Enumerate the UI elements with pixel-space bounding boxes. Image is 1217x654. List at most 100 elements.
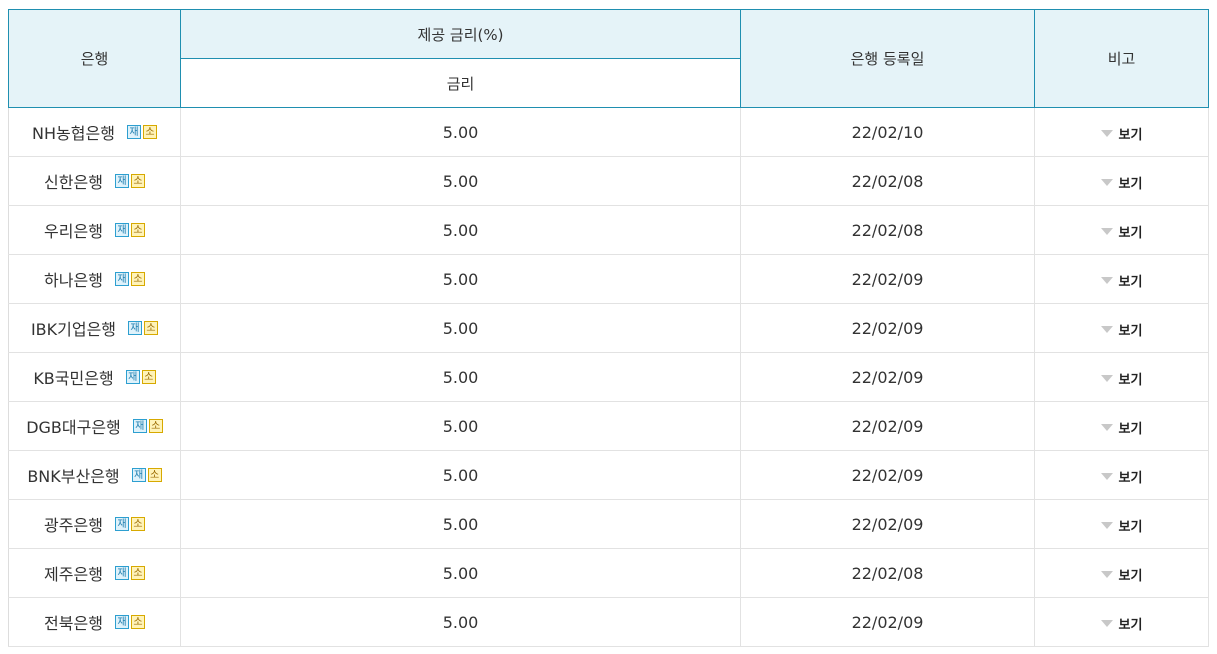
- table-row: DGB대구은행 재 소 5.00 22/02/09 보기: [8, 401, 1209, 451]
- registration-date-cell: 22/02/09: [740, 597, 1035, 647]
- rate-cell: 5.00: [180, 352, 741, 402]
- registration-date-cell: 22/02/10: [740, 107, 1035, 157]
- table-row: BNK부산은행 재 소 5.00 22/02/09 보기: [8, 450, 1209, 500]
- re-badge-icon: 재: [125, 370, 140, 384]
- view-label: 보기: [1118, 127, 1143, 143]
- so-badge-icon: 소: [147, 468, 162, 482]
- triangle-down-icon: [1100, 619, 1113, 627]
- rate-cell: 5.00: [180, 499, 741, 549]
- view-button[interactable]: 보기: [1100, 516, 1143, 535]
- view-label: 보기: [1118, 617, 1143, 633]
- view-button[interactable]: 보기: [1100, 271, 1142, 290]
- bank-name: KB국민은행: [33, 369, 114, 388]
- bank-rate-table: 은행 제공 금리(%) 은행 등록일 비고 금리 NH농협은행 재 소 5.00 22/…: [8, 9, 1209, 647]
- bank-cell: DGB대구은행 재 소: [8, 401, 181, 451]
- view-button[interactable]: 보기: [1100, 418, 1143, 437]
- triangle-down-icon: [1100, 472, 1113, 480]
- re-badge-icon: 재: [128, 321, 143, 335]
- view-label: 보기: [1118, 519, 1143, 535]
- view-button[interactable]: 보기: [1100, 320, 1143, 339]
- triangle-down-icon: [1100, 178, 1113, 186]
- note-cell: 보기: [1034, 401, 1209, 451]
- table-row: NH농협은행 재 소 5.00 22/02/10 보기: [8, 107, 1209, 157]
- rate-cell: 5.00: [180, 401, 741, 451]
- rate-cell: 5.00: [180, 450, 741, 500]
- view-label: 보기: [1118, 421, 1143, 437]
- bank-name: IBK기업은행: [30, 320, 117, 339]
- registration-date-cell: 22/02/09: [740, 450, 1035, 500]
- view-button[interactable]: 보기: [1100, 565, 1142, 584]
- view-button[interactable]: 보기: [1100, 173, 1143, 192]
- note-cell: 보기: [1034, 156, 1209, 206]
- re-badge-icon: 재: [114, 174, 129, 188]
- view-button[interactable]: 보기: [1100, 222, 1143, 241]
- triangle-down-icon: [1100, 423, 1113, 431]
- header-rate: 금리: [180, 58, 741, 108]
- table-row: 우리은행 재 소 5.00 22/02/08 보기: [8, 205, 1209, 255]
- rate-cell: 5.00: [180, 548, 741, 598]
- rate-cell: 5.00: [180, 303, 741, 353]
- triangle-down-icon: [1100, 129, 1113, 137]
- so-badge-icon: 소: [130, 272, 145, 286]
- re-badge-icon: 재: [126, 125, 141, 139]
- triangle-down-icon: [1100, 227, 1113, 235]
- note-cell: 보기: [1034, 254, 1209, 304]
- bank-name: NH농협은행: [32, 124, 115, 143]
- view-button[interactable]: 보기: [1100, 614, 1143, 633]
- note-cell: 보기: [1034, 548, 1209, 598]
- triangle-down-icon: [1100, 521, 1113, 529]
- so-badge-icon: 소: [142, 125, 157, 139]
- view-label: 보기: [1118, 176, 1143, 192]
- header-bank: 은행: [8, 9, 181, 108]
- re-badge-icon: 재: [114, 272, 129, 286]
- bank-name: 전북은행: [44, 614, 103, 633]
- triangle-down-icon: [1100, 374, 1113, 382]
- view-label: 보기: [1118, 372, 1143, 388]
- table-row: 신한은행 재 소 5.00 22/02/08 보기: [8, 156, 1209, 206]
- bank-name: BNK부산은행: [27, 467, 120, 486]
- triangle-down-icon: [1100, 570, 1113, 578]
- rate-cell: 5.00: [180, 205, 741, 255]
- header-registration-date: 은행 등록일: [740, 9, 1035, 108]
- table-row: KB국민은행 재 소 5.00 22/02/09 보기: [8, 352, 1209, 402]
- registration-date-cell: 22/02/09: [740, 303, 1035, 353]
- bank-cell: NH농협은행 재 소: [8, 107, 181, 157]
- bank-name: 우리은행: [44, 222, 103, 241]
- rate-cell: 5.00: [180, 156, 741, 206]
- registration-date-cell: 22/02/09: [740, 499, 1035, 549]
- re-badge-icon: 재: [132, 419, 147, 433]
- view-label: 보기: [1118, 225, 1143, 241]
- view-button[interactable]: 보기: [1100, 124, 1143, 143]
- note-cell: 보기: [1034, 499, 1209, 549]
- rate-cell: 5.00: [180, 597, 741, 647]
- bank-cell: 신한은행 재 소: [8, 156, 181, 206]
- bank-cell: 전북은행 재 소: [8, 597, 181, 647]
- view-label: 보기: [1118, 470, 1143, 486]
- so-badge-icon: 소: [130, 517, 145, 531]
- re-badge-icon: 재: [114, 615, 129, 629]
- bank-cell: IBK기업은행 재 소: [8, 303, 181, 353]
- view-button[interactable]: 보기: [1100, 467, 1143, 486]
- re-badge-icon: 재: [114, 566, 129, 580]
- table-row: IBK기업은행 재 소 5.00 22/02/09 보기: [8, 303, 1209, 353]
- view-label: 보기: [1118, 323, 1143, 339]
- bank-name: 신한은행: [44, 173, 103, 192]
- bank-cell: 하나은행 재 소: [8, 254, 181, 304]
- re-badge-icon: 재: [131, 468, 146, 482]
- table-row: 전북은행 재 소 5.00 22/02/09 보기: [8, 597, 1209, 647]
- so-badge-icon: 소: [130, 615, 145, 629]
- registration-date-cell: 22/02/09: [740, 401, 1035, 451]
- triangle-down-icon: [1100, 325, 1113, 333]
- view-button[interactable]: 보기: [1100, 369, 1143, 388]
- bank-name: DGB대구은행: [26, 418, 121, 437]
- rate-cell: 5.00: [180, 254, 741, 304]
- bank-cell: 제주은행 재 소: [8, 548, 181, 598]
- table-body: NH농협은행 재 소 5.00 22/02/10 보기 신한은행 재 소 5.00 22/02/08…: [8, 107, 1209, 647]
- bank-cell: BNK부산은행 재 소: [8, 450, 181, 500]
- so-badge-icon: 소: [130, 223, 145, 237]
- re-badge-icon: 재: [114, 517, 129, 531]
- triangle-down-icon: [1100, 276, 1113, 284]
- note-cell: 보기: [1034, 205, 1209, 255]
- rate-table-wrapper: 은행 제공 금리(%) 은행 등록일 비고 금리 NH농협은행 재 소 5.00 22/…: [8, 9, 1209, 647]
- note-cell: 보기: [1034, 597, 1209, 647]
